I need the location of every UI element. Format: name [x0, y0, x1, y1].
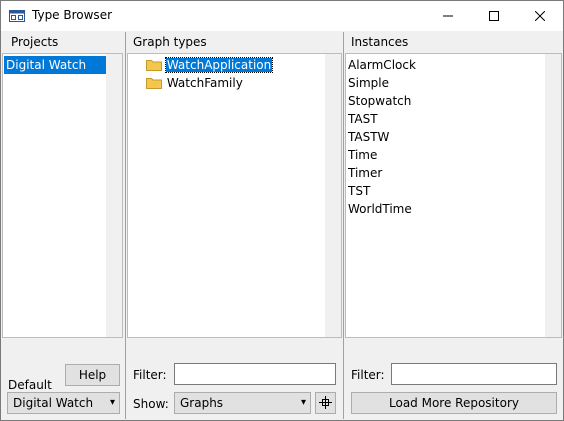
- graph-types-scroll-area[interactable]: [325, 54, 341, 337]
- instance-item[interactable]: Time: [348, 146, 377, 164]
- graph-type-label: WatchApplication: [164, 57, 274, 73]
- instance-item[interactable]: TAST: [348, 110, 378, 128]
- projects-header: Projects: [11, 35, 59, 49]
- default-project-value: Digital Watch: [13, 396, 94, 410]
- default-project-select[interactable]: Digital Watch ▾: [7, 392, 120, 414]
- project-item[interactable]: Digital Watch: [4, 56, 109, 74]
- close-icon: [535, 11, 545, 21]
- locate-icon: [319, 396, 332, 409]
- splitter-right[interactable]: [343, 32, 344, 419]
- chevron-down-icon: ▾: [109, 397, 115, 408]
- projects-list[interactable]: Digital Watch: [2, 53, 123, 338]
- folder-icon: [146, 78, 162, 89]
- window-title: Type Browser: [32, 8, 113, 22]
- help-button[interactable]: Help: [65, 364, 120, 386]
- splitter-left[interactable]: [125, 32, 126, 419]
- instance-item[interactable]: Stopwatch: [348, 92, 411, 110]
- show-value: Graphs: [180, 396, 224, 410]
- instances-header: Instances: [351, 35, 409, 49]
- instances-scroll-area[interactable]: [545, 54, 561, 337]
- graph-type-label: WatchFamily: [166, 76, 243, 90]
- instance-item[interactable]: TASTW: [348, 128, 389, 146]
- folder-icon: [146, 60, 162, 71]
- close-button[interactable]: [517, 1, 563, 31]
- minimize-button[interactable]: [425, 1, 471, 31]
- title-bar[interactable]: Type Browser: [1, 1, 563, 31]
- projects-scroll-area[interactable]: [106, 54, 122, 337]
- minimize-icon: [443, 15, 453, 17]
- instances-list[interactable]: AlarmClock Simple Stopwatch TAST TASTW T…: [345, 53, 562, 338]
- default-label: Default: [8, 378, 52, 392]
- instance-filter-label: Filter:: [351, 368, 385, 382]
- show-label: Show:: [133, 397, 169, 411]
- graph-types-list[interactable]: WatchApplication WatchFamily: [127, 53, 342, 338]
- show-select[interactable]: Graphs ▾: [174, 392, 311, 414]
- instance-item[interactable]: Simple: [348, 74, 389, 92]
- graph-types-header: Graph types: [133, 35, 207, 49]
- load-more-repository-button[interactable]: Load More Repository: [351, 392, 557, 414]
- graph-type-item[interactable]: WatchApplication: [146, 56, 274, 74]
- instance-item[interactable]: TST: [348, 182, 370, 200]
- graph-filter-label: Filter:: [133, 368, 167, 382]
- chevron-down-icon: ▾: [300, 397, 306, 408]
- graph-filter-input[interactable]: [174, 363, 336, 385]
- window-app-icon: [9, 10, 25, 22]
- instance-filter-input[interactable]: [391, 363, 557, 385]
- instance-item[interactable]: AlarmClock: [348, 56, 416, 74]
- type-browser-window: Type Browser Projects Digital Watch Grap…: [0, 0, 564, 421]
- maximize-button[interactable]: [471, 1, 517, 31]
- locate-button[interactable]: [315, 392, 336, 414]
- maximize-icon: [489, 11, 499, 21]
- instance-item[interactable]: WorldTime: [348, 200, 412, 218]
- instance-item[interactable]: Timer: [348, 164, 382, 182]
- graph-type-item[interactable]: WatchFamily: [146, 74, 244, 92]
